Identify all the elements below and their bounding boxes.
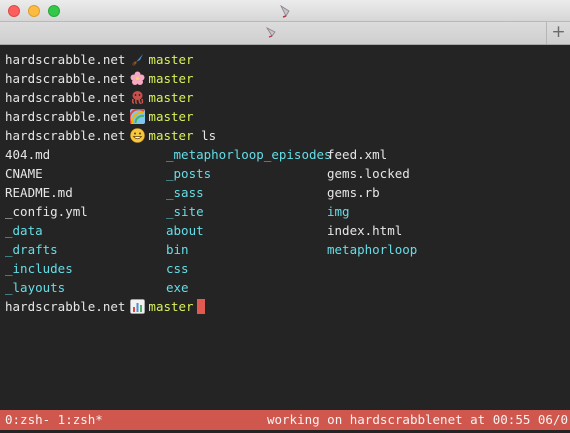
- ls-entry: _site: [166, 204, 204, 219]
- quill-pen-icon: [265, 27, 276, 38]
- cherry-blossom-icon: [130, 71, 145, 85]
- new-tab-button[interactable]: +: [546, 22, 570, 44]
- prompt-line: hardscrabble.net master: [5, 50, 565, 69]
- prompt-host: hardscrabble.net: [5, 90, 126, 105]
- ls-row: _includes css: [5, 259, 565, 278]
- git-branch: master: [148, 90, 194, 105]
- git-branch: master: [148, 109, 194, 124]
- tab-active[interactable]: [0, 22, 546, 44]
- ls-entry: index.html: [327, 223, 403, 238]
- tab-bar: +: [0, 22, 570, 45]
- tmux-status-bar: 0:zsh- 1:zsh* working on hardscrabblenet…: [0, 410, 570, 430]
- ls-entry: 404.md: [5, 147, 51, 162]
- git-branch: master: [148, 71, 194, 86]
- ls-entry: css: [166, 261, 189, 276]
- ls-entry: _sass: [166, 185, 204, 200]
- prompt-line: hardscrabble.net master: [5, 107, 565, 126]
- ls-row: _drafts bin metaphorloop: [5, 240, 565, 259]
- ls-entry: metaphorloop: [327, 242, 418, 257]
- ls-entry: feed.xml: [327, 147, 388, 162]
- bar-chart-icon: [130, 299, 146, 314]
- close-window-button[interactable]: [8, 5, 20, 17]
- prompt-host: hardscrabble.net: [5, 109, 126, 124]
- prompt-host: hardscrabble.net: [5, 52, 126, 67]
- text-cursor: [196, 299, 205, 314]
- ls-entry: _metaphorloop_episodes: [166, 147, 332, 162]
- prompt-line: hardscrabble.net master: [5, 88, 565, 107]
- prompt-host: hardscrabble.net: [5, 299, 126, 314]
- rainbow-icon: [130, 109, 146, 124]
- ls-entry: bin: [166, 242, 189, 257]
- git-branch: master: [148, 128, 194, 143]
- ls-row: _data about index.html: [5, 221, 565, 240]
- prompt-line: hardscrabble.net master: [5, 69, 565, 88]
- ls-entry: img: [327, 204, 350, 219]
- prompt-line: hardscrabble.net master ls: [5, 126, 565, 145]
- title-bar: [0, 0, 570, 22]
- minimize-window-button[interactable]: [28, 5, 40, 17]
- ls-entry: CNAME: [5, 166, 43, 181]
- quill-pen-icon: [280, 4, 290, 18]
- ls-entry: gems.locked: [327, 166, 410, 181]
- ls-entry: _drafts: [5, 242, 58, 257]
- ls-entry: _includes: [5, 261, 73, 276]
- ls-entry: gems.rb: [327, 185, 380, 200]
- ls-entry: _posts: [166, 166, 212, 181]
- terminal-output[interactable]: hardscrabble.net master hardscrabble.net m…: [5, 50, 565, 406]
- tmux-status-right: working on hardscrabblenet at 00:55 06/0: [266, 412, 568, 427]
- ls-entry: _data: [5, 223, 43, 238]
- typed-command: ls: [201, 128, 217, 143]
- ls-row: _layouts exe: [5, 278, 565, 297]
- prompt-host: hardscrabble.net: [5, 71, 126, 86]
- tmux-window-list[interactable]: 0:zsh- 1:zsh*: [5, 410, 103, 430]
- ls-row: _config.yml _site img: [5, 202, 565, 221]
- ls-entry: README.md: [5, 185, 73, 200]
- ls-output: 404.md _metaphorloop_episodes feed.xml C…: [5, 145, 565, 297]
- ls-entry: about: [166, 223, 204, 238]
- ls-row: CNAME _posts gems.locked: [5, 164, 565, 183]
- ls-entry: _config.yml: [5, 204, 88, 219]
- terminal-window: + hardscrabble.net master hardscrabble.ne…: [0, 0, 570, 433]
- zoom-window-button[interactable]: [48, 5, 60, 17]
- paintbrush-icon: [132, 54, 144, 66]
- prompt-host: hardscrabble.net: [5, 128, 126, 143]
- ls-entry: _layouts: [5, 280, 66, 295]
- prompt-line: hardscrabble.net master: [5, 297, 565, 316]
- ls-row: 404.md _metaphorloop_episodes feed.xml: [5, 145, 565, 164]
- git-branch: master: [148, 52, 194, 67]
- ls-row: README.md _sass gems.rb: [5, 183, 565, 202]
- ls-entry: exe: [166, 280, 189, 295]
- git-branch: master: [148, 299, 194, 314]
- grinning-face-icon: [130, 128, 146, 143]
- octopus-icon: [132, 91, 144, 104]
